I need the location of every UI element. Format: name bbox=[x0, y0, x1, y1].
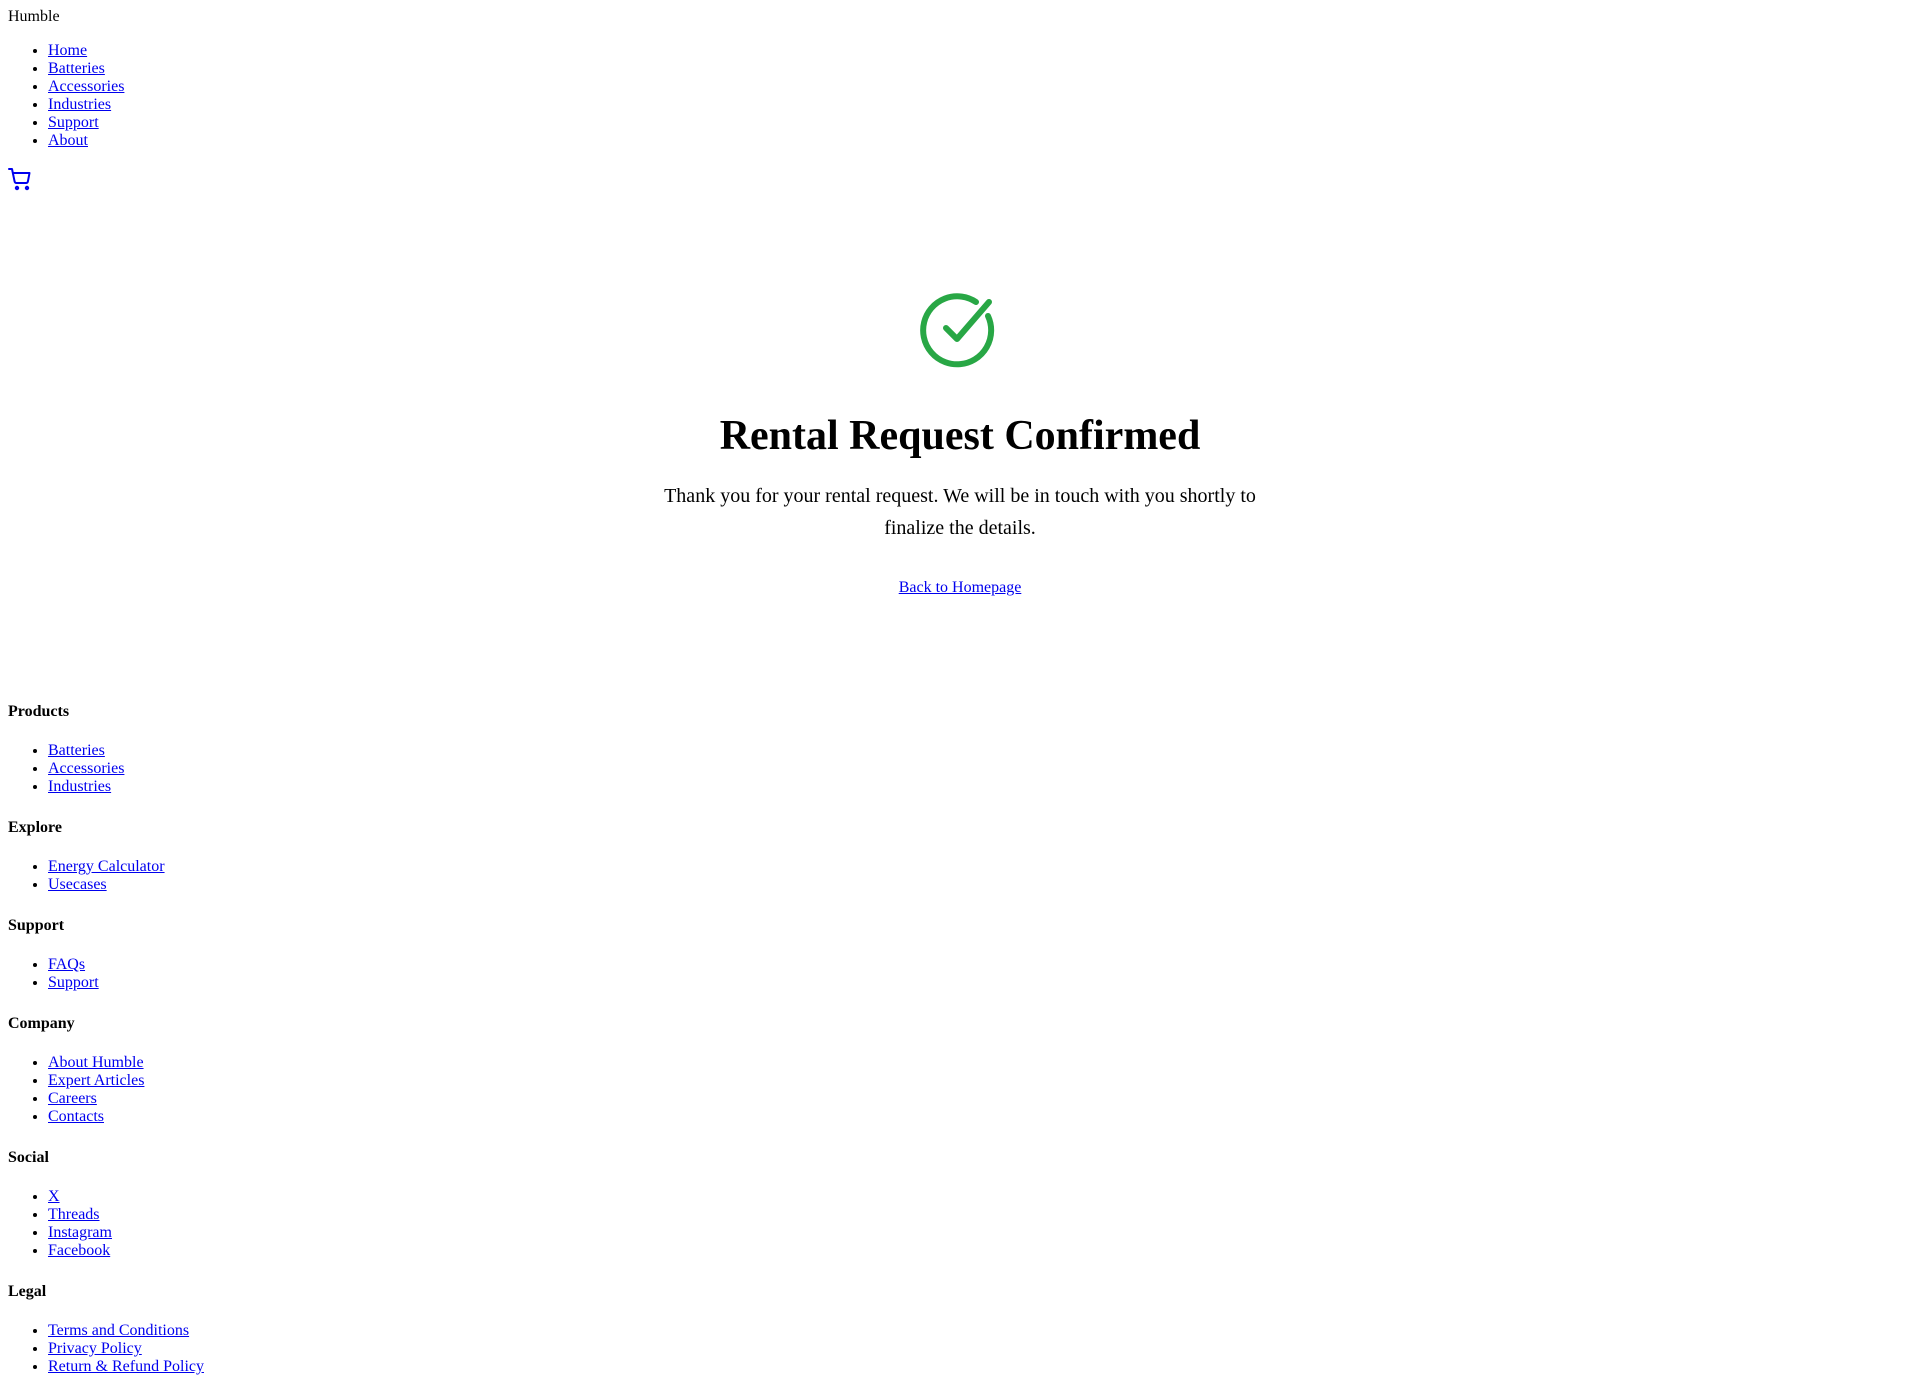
footer-section-products: Products Batteries Accessories Industrie… bbox=[8, 702, 608, 796]
footer-link-refund[interactable]: Return & Refund Policy bbox=[48, 1358, 204, 1375]
footer-heading: Products bbox=[8, 703, 70, 720]
footer-link-facebook[interactable]: Facebook bbox=[48, 1242, 110, 1259]
footer-links: About Humble Expert Articles Careers Con… bbox=[8, 1054, 608, 1126]
footer-link-terms[interactable]: Terms and Conditions bbox=[48, 1322, 189, 1339]
footer-list-item: Terms and Conditions bbox=[48, 1322, 608, 1340]
footer-link-industries[interactable]: Industries bbox=[48, 778, 111, 795]
main-nav: Home Batteries Accessories Industries Su… bbox=[8, 42, 124, 150]
footer-link-energy-calculator[interactable]: Energy Calculator bbox=[48, 858, 165, 875]
page-title: Rental Request Confirmed bbox=[719, 413, 1201, 459]
footer-links: Energy Calculator Usecases bbox=[8, 858, 608, 894]
footer: Products Batteries Accessories Industrie… bbox=[8, 702, 608, 1398]
footer-link-privacy[interactable]: Privacy Policy bbox=[48, 1340, 142, 1357]
cart-icon bbox=[8, 168, 31, 191]
footer-list-item: Return & Refund Policy bbox=[48, 1358, 608, 1376]
footer-list-item: Expert Articles bbox=[48, 1072, 608, 1090]
nav-link-accessories[interactable]: Accessories bbox=[48, 78, 124, 95]
footer-list-item: Contacts bbox=[48, 1108, 608, 1126]
footer-link-faqs[interactable]: FAQs bbox=[48, 956, 85, 973]
footer-list-item: FAQs bbox=[48, 956, 608, 974]
footer-links: FAQs Support bbox=[8, 956, 608, 992]
footer-section-company: Company About Humble Expert Articles Car… bbox=[8, 1014, 608, 1126]
footer-heading: Company bbox=[8, 1015, 75, 1032]
footer-list-item: Privacy Policy bbox=[48, 1340, 608, 1358]
footer-link-about-humble[interactable]: About Humble bbox=[48, 1054, 144, 1071]
confirmation-message: Thank you for your rental request. We wi… bbox=[664, 485, 1256, 539]
footer-link-careers[interactable]: Careers bbox=[48, 1090, 97, 1107]
footer-links: Terms and Conditions Privacy Policy Retu… bbox=[8, 1322, 608, 1376]
footer-section-social: Social X Threads Instagram Facebook bbox=[8, 1148, 608, 1260]
nav-link-home[interactable]: Home bbox=[48, 42, 87, 59]
nav-link-industries[interactable]: Industries bbox=[48, 96, 111, 113]
footer-link-support[interactable]: Support bbox=[48, 974, 99, 991]
footer-link-x[interactable]: X bbox=[48, 1188, 60, 1205]
footer-link-threads[interactable]: Threads bbox=[48, 1206, 100, 1223]
nav-item-industries: Industries bbox=[48, 96, 124, 114]
footer-list-item: Industries bbox=[48, 778, 608, 796]
footer-links: Batteries Accessories Industries bbox=[8, 742, 608, 796]
check-circle-icon bbox=[920, 290, 1000, 370]
footer-heading: Support bbox=[8, 917, 65, 934]
nav-item-home: Home bbox=[48, 42, 124, 60]
footer-heading: Social bbox=[8, 1149, 49, 1166]
footer-list-item: Instagram bbox=[48, 1224, 608, 1242]
nav-link-about[interactable]: About bbox=[48, 132, 88, 149]
footer-section-legal: Legal Terms and Conditions Privacy Polic… bbox=[8, 1282, 608, 1376]
footer-list-item: About Humble bbox=[48, 1054, 608, 1072]
nav-link-batteries[interactable]: Batteries bbox=[48, 60, 105, 77]
footer-link-instagram[interactable]: Instagram bbox=[48, 1224, 112, 1241]
footer-section-explore: Explore Energy Calculator Usecases bbox=[8, 818, 608, 894]
nav-item-support: Support bbox=[48, 114, 124, 132]
footer-list-item: Batteries bbox=[48, 742, 608, 760]
footer-list-item: X bbox=[48, 1188, 608, 1206]
brand-name: Humble bbox=[8, 8, 60, 25]
footer-section-support: Support FAQs Support bbox=[8, 916, 608, 992]
footer-heading: Legal bbox=[8, 1283, 47, 1300]
cart-button[interactable] bbox=[8, 167, 32, 191]
footer-list-item: Support bbox=[48, 974, 608, 992]
footer-link-usecases[interactable]: Usecases bbox=[48, 876, 107, 893]
footer-links: X Threads Instagram Facebook bbox=[8, 1188, 608, 1260]
nav-item-about: About bbox=[48, 132, 124, 150]
confirmation-section: Rental Request Confirmed Thank you for y… bbox=[0, 290, 1920, 598]
nav-link-support[interactable]: Support bbox=[48, 114, 99, 131]
footer-list-item: Threads bbox=[48, 1206, 608, 1224]
footer-list-item: Careers bbox=[48, 1090, 608, 1108]
footer-link-batteries[interactable]: Batteries bbox=[48, 742, 105, 759]
nav-item-accessories: Accessories bbox=[48, 78, 124, 96]
nav-item-batteries: Batteries bbox=[48, 60, 124, 78]
footer-list-item: Usecases bbox=[48, 876, 608, 894]
footer-link-contacts[interactable]: Contacts bbox=[48, 1108, 104, 1125]
footer-link-accessories[interactable]: Accessories bbox=[48, 760, 124, 777]
footer-list-item: Energy Calculator bbox=[48, 858, 608, 876]
footer-link-expert-articles[interactable]: Expert Articles bbox=[48, 1072, 144, 1089]
footer-list-item: Accessories bbox=[48, 760, 608, 778]
back-to-homepage-link[interactable]: Back to Homepage bbox=[899, 578, 1022, 598]
footer-list-item: Facebook bbox=[48, 1242, 608, 1260]
footer-heading: Explore bbox=[8, 819, 62, 836]
page: Humble Home Batteries Accessories Indust… bbox=[0, 0, 1920, 1381]
